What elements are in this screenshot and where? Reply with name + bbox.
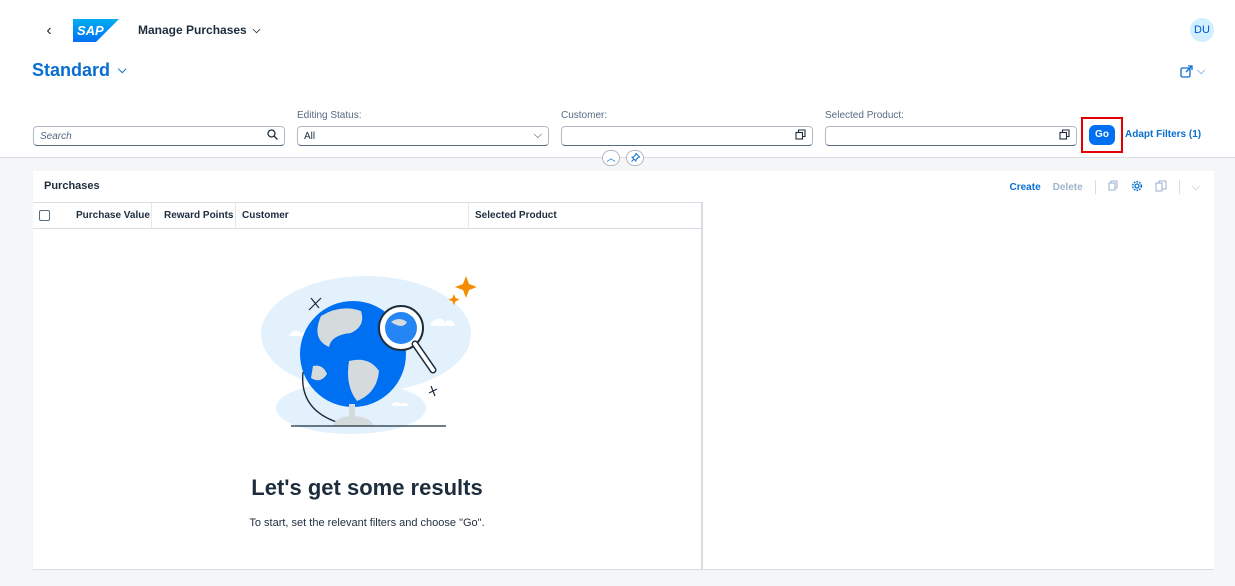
chevron-down-icon: ⌵	[118, 64, 127, 76]
adapt-filters-button[interactable]: Adapt Filters (1)	[1125, 129, 1201, 140]
table-title: Purchases	[44, 180, 100, 192]
back-button[interactable]: ‹	[40, 20, 58, 42]
avatar[interactable]: DU	[1190, 18, 1214, 42]
value-help-icon[interactable]	[1059, 129, 1070, 143]
shell-header: ‹ SAP Manage Purchases ⌵ DU Standard ⌵ ⌵…	[0, 0, 1235, 166]
pin-icon	[630, 152, 640, 163]
purchases-table-card: Purchases Create Delete ⌵ Purchase Value…	[33, 171, 1214, 570]
search-placeholder: Search	[40, 130, 72, 142]
chevron-down-icon: ⌵	[1197, 64, 1206, 77]
chevron-left-icon: ‹	[46, 22, 52, 39]
empty-state-title: Let's get some results	[251, 475, 483, 500]
export-icon[interactable]	[1155, 179, 1167, 195]
app-title-menu[interactable]: Manage Purchases ⌵	[138, 23, 260, 37]
create-button[interactable]: Create	[1010, 182, 1041, 193]
empty-state-subtitle: To start, set the relevant filters and c…	[249, 517, 485, 529]
column-header-purchase-value[interactable]: Purchase Value	[76, 203, 151, 229]
editing-status-label: Editing Status:	[297, 110, 362, 121]
app-title: Manage Purchases	[138, 23, 247, 37]
column-header-reward-points[interactable]: Reward Points	[151, 203, 235, 229]
column-header-selected-product[interactable]: Selected Product	[468, 203, 701, 229]
pin-header-button[interactable]	[626, 150, 644, 166]
customer-field[interactable]	[561, 126, 813, 146]
collapse-header-button[interactable]: ︿	[602, 150, 620, 166]
customer-label: Customer:	[561, 110, 608, 121]
selected-product-field[interactable]	[825, 126, 1077, 146]
table-header-row: Purchase Value Reward Points Customer Se…	[33, 202, 701, 229]
chevron-down-icon[interactable]: ⌵	[1192, 181, 1200, 194]
chevron-down-icon[interactable]: ⌵	[534, 129, 542, 142]
variant-title: Standard	[32, 60, 111, 80]
column-header-customer[interactable]: Customer	[235, 203, 469, 229]
selected-product-label: Selected Product:	[825, 110, 904, 121]
globe-search-illustration	[261, 276, 476, 434]
copy-icon[interactable]	[1108, 180, 1119, 194]
editing-status-select[interactable]: All ⌵	[297, 126, 549, 146]
variant-selector[interactable]: Standard ⌵	[32, 60, 126, 81]
search-input[interactable]: Search	[33, 126, 285, 146]
toolbar-separator	[1094, 180, 1096, 194]
search-icon[interactable]	[267, 129, 278, 143]
share-icon	[1180, 64, 1193, 78]
delete-button[interactable]: Delete	[1053, 182, 1083, 193]
chevron-down-icon: ⌵	[252, 24, 261, 36]
editing-status-value: All	[304, 130, 316, 142]
sap-logo: SAP	[73, 19, 119, 42]
chevron-up-icon: ︿	[606, 153, 616, 163]
toolbar-separator	[1178, 180, 1180, 194]
select-all-checkbox[interactable]	[39, 210, 50, 221]
pane-divider[interactable]	[701, 202, 703, 570]
settings-icon[interactable]	[1131, 180, 1143, 195]
value-help-icon[interactable]	[795, 129, 806, 143]
table-toolbar: Create Delete ⌵	[1010, 179, 1200, 195]
go-button[interactable]: Go	[1089, 125, 1115, 145]
svg-text:SAP: SAP	[77, 23, 104, 38]
share-button[interactable]: ⌵	[1180, 62, 1205, 80]
